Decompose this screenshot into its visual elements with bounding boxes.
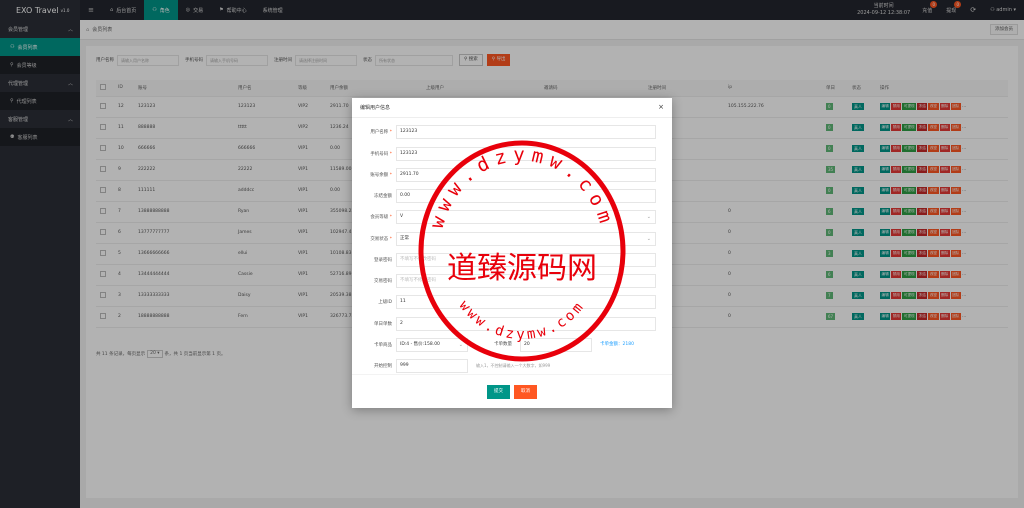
required-mark: * [388, 173, 392, 178]
status-select[interactable]: 正常 ⌄ [396, 232, 656, 246]
close-icon[interactable]: × [658, 104, 664, 111]
card-total-amount: 卡单金额：2180 [600, 342, 634, 347]
card-product-label: 卡单商品 [374, 343, 392, 348]
required-mark: * [388, 237, 392, 242]
phone-label: 手机号码 * [352, 151, 396, 157]
dialog-title: 编辑用户信息 [360, 105, 391, 111]
balance-field[interactable]: 2911.70 [396, 168, 656, 182]
dialog-header: 编辑用户信息 × [352, 98, 672, 118]
control-label: 开始控制 [374, 364, 392, 369]
form-row-phone: 手机号码 * 123123 [352, 147, 672, 161]
form-row-parent: 上级ID 11 [352, 295, 672, 309]
form-row-card: 卡单商品 ID:4 - 售价:158.00 ⌄ 卡单数量 20 卡单金额：2180 [352, 338, 672, 352]
chevron-down-icon: ⌄ [646, 236, 651, 242]
form-row-daily: 单日单数 2 [352, 317, 672, 331]
form-row-status: 交易状态 * 正常 ⌄ [352, 232, 672, 246]
card-product-value: ID:4 - 售价:158.00 [400, 342, 440, 347]
form-row-trade-password: 交易密码 不填写不修改密码 [352, 274, 672, 288]
status-label: 交易状态 * [352, 236, 396, 242]
phone-label-text: 手机号码 [370, 152, 389, 157]
level-label: 会员等级 * [352, 214, 396, 220]
balance-label: 账号余额 * [352, 172, 396, 178]
form-row-level: 会员等级 * V ⌄ [352, 210, 672, 224]
dialog-footer: 提交 取消 [352, 374, 672, 408]
login-password-field[interactable]: 不填写不修改密码 [396, 253, 656, 267]
card-product-select[interactable]: ID:4 - 售价:158.00 ⌄ [396, 338, 468, 352]
required-mark: * [388, 152, 392, 157]
level-value: V [400, 214, 404, 219]
status-value: 正常 [400, 236, 409, 241]
form-row-username: 用户名称 * 123123 [352, 125, 672, 139]
edit-user-dialog: 编辑用户信息 × 用户名称 * 123123 手机号码 * 123123 账号余… [352, 98, 672, 408]
control-hint: 输入1，不控制请输入一个大数字，如999 [476, 363, 551, 368]
form-row-balance: 账号余额 * 2911.70 [352, 168, 672, 182]
level-label-text: 会员等级 [370, 215, 389, 220]
trade-password-field[interactable]: 不填写不修改密码 [396, 274, 656, 288]
card-qty-field[interactable]: 20 [520, 338, 592, 352]
parent-id-label: 上级ID [378, 300, 392, 305]
level-select[interactable]: V ⌄ [396, 210, 656, 224]
username-label: 用户名称 * [352, 129, 396, 135]
chevron-down-icon: ⌄ [646, 214, 651, 220]
frozen-field[interactable]: 0.00 [396, 189, 656, 203]
frozen-label: 冻结金额 [374, 194, 392, 199]
daily-orders-label: 单日单数 [374, 322, 392, 327]
form-row-frozen: 冻结金额 0.00 [352, 189, 672, 203]
balance-label-text: 账号余额 [370, 173, 389, 178]
required-mark: * [388, 215, 392, 220]
login-password-label: 登录密码 [374, 258, 392, 263]
required-mark: * [388, 130, 392, 135]
form-row-control: 开始控制 999 输入1，不控制请输入一个大数字，如999 [352, 359, 672, 373]
submit-button[interactable]: 提交 [487, 384, 510, 399]
chevron-down-icon: ⌄ [458, 342, 463, 348]
username-field[interactable]: 123123 [396, 125, 656, 139]
cancel-button[interactable]: 取消 [514, 384, 537, 399]
parent-id-field[interactable]: 11 [396, 295, 656, 309]
trade-password-label: 交易密码 [374, 279, 392, 284]
card-qty-label: 卡单数量 [494, 342, 512, 347]
control-field[interactable]: 999 [396, 359, 468, 373]
form-row-login-password: 登录密码 不填写不修改密码 [352, 253, 672, 267]
username-label-text: 用户名称 [370, 130, 389, 135]
phone-field[interactable]: 123123 [396, 147, 656, 161]
daily-orders-field[interactable]: 2 [396, 317, 656, 331]
status-label-text: 交易状态 [370, 237, 389, 242]
